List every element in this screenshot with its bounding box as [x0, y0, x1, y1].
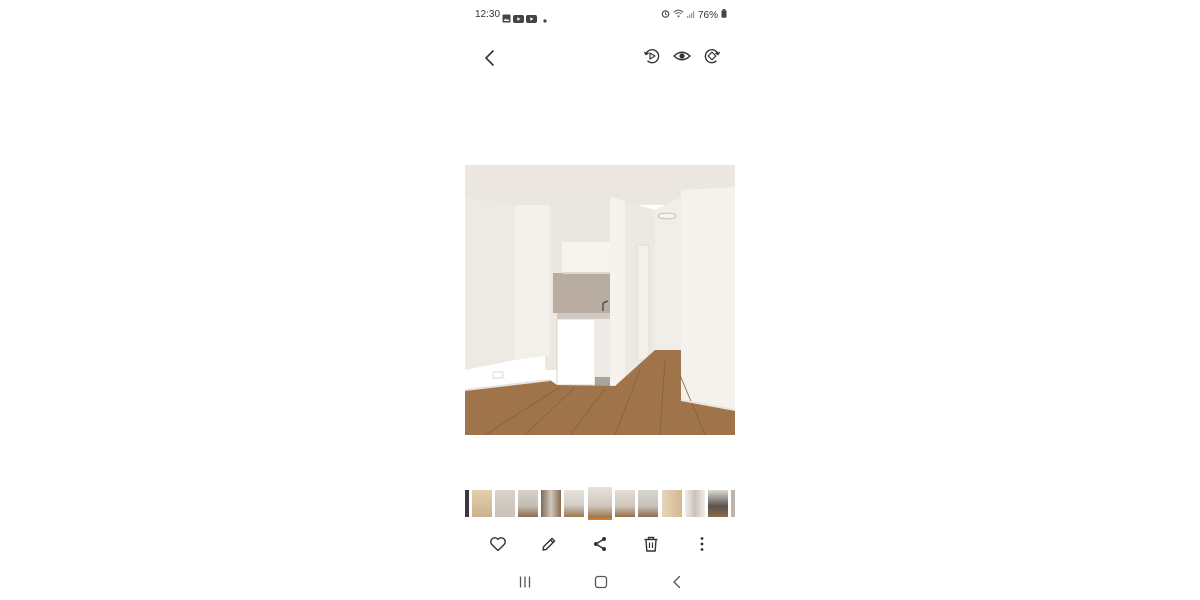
more-vertical-icon	[700, 537, 704, 551]
thumbnail[interactable]	[615, 490, 635, 517]
top-actions	[643, 47, 721, 65]
chevron-left-icon	[485, 50, 494, 66]
recent-apps-icon	[519, 576, 531, 588]
recent-apps-button[interactable]	[517, 574, 533, 590]
thumbnail-active[interactable]	[588, 487, 612, 520]
home-icon	[594, 575, 608, 589]
top-bar	[465, 43, 735, 73]
thumbnail[interactable]	[541, 490, 561, 517]
filmstrip	[465, 487, 735, 520]
favorite-button[interactable]	[489, 535, 507, 553]
status-time: 12:30	[475, 9, 501, 20]
delete-button[interactable]	[642, 535, 660, 553]
remaster-button[interactable]	[643, 47, 661, 65]
heart-icon	[490, 537, 506, 552]
edit-button[interactable]	[540, 535, 558, 553]
thumbnail[interactable]	[685, 490, 705, 517]
bottom-bar	[465, 533, 735, 555]
gallery-viewer: 12:30 76%	[465, 0, 735, 600]
youtube-icon	[526, 10, 537, 28]
rotate-button[interactable]	[703, 47, 721, 65]
thumbnail[interactable]	[495, 490, 515, 517]
thumbnail[interactable]	[564, 490, 584, 517]
share-icon	[594, 537, 606, 551]
back-icon	[673, 575, 681, 589]
view-button[interactable]	[672, 47, 692, 65]
battery-icon	[721, 9, 727, 21]
status-right: 76%	[661, 9, 727, 21]
signal-icon	[686, 10, 695, 21]
system-nav-bar	[465, 570, 735, 594]
rotate-icon	[704, 49, 721, 64]
youtube-icon	[513, 10, 524, 28]
nav-back-button[interactable]	[669, 574, 685, 590]
pencil-icon	[542, 537, 556, 551]
more-options-button[interactable]	[693, 535, 711, 553]
dot-icon	[543, 10, 547, 28]
thumbnail[interactable]	[731, 490, 735, 517]
wifi-icon	[673, 9, 684, 21]
trash-icon	[644, 536, 658, 552]
home-button[interactable]	[593, 574, 609, 590]
thumbnail[interactable]	[472, 490, 492, 517]
share-button[interactable]	[591, 535, 609, 553]
thumbnail[interactable]	[465, 490, 469, 517]
notification-icons	[502, 10, 547, 28]
thumbnail[interactable]	[708, 490, 728, 517]
gallery-icon	[502, 10, 511, 28]
back-button[interactable]	[480, 46, 500, 70]
room-photo[interactable]	[465, 165, 735, 435]
thumbnail[interactable]	[518, 490, 538, 517]
status-bar: 12:30 76%	[465, 0, 735, 30]
battery-text: 76%	[697, 9, 718, 21]
remaster-icon	[643, 49, 660, 64]
eye-icon	[672, 51, 692, 61]
alarm-icon	[661, 9, 670, 21]
thumbnail[interactable]	[662, 490, 682, 517]
thumbnail[interactable]	[638, 490, 658, 517]
